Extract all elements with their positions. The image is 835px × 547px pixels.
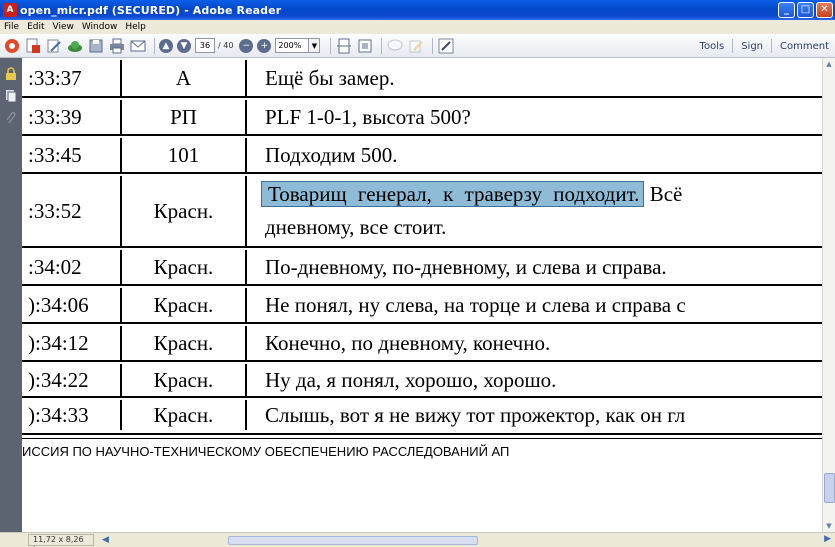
- time-cell: :34:02: [28, 254, 82, 279]
- text-cell: Ещё бы замер.: [265, 65, 395, 90]
- next-page-icon[interactable]: ▼: [177, 38, 191, 53]
- speaker-cell: Красн.: [120, 176, 247, 246]
- time-cell: ):34:33: [28, 402, 89, 427]
- text-selection-highlight[interactable]: Товарищ генерал, к траверзу подходит.: [261, 181, 645, 207]
- text-continuation: Всё: [649, 182, 683, 206]
- zoom-in-icon[interactable]: +: [257, 38, 272, 53]
- toolbar-separator: [381, 37, 383, 54]
- sign-pane-button[interactable]: Sign: [741, 41, 763, 52]
- time-cell: ):34:06: [28, 292, 89, 317]
- time-cell: :33:52: [28, 198, 82, 223]
- text-cell: Подходим 500.: [265, 142, 398, 167]
- highlight-icon[interactable]: [407, 37, 425, 55]
- menu-file[interactable]: File: [4, 22, 19, 32]
- text-cell: Конечно, по дневному, конечно.: [265, 330, 551, 355]
- menu-bar: File Edit View Window Help: [0, 20, 835, 34]
- print-icon[interactable]: [108, 37, 126, 55]
- menu-view[interactable]: View: [53, 22, 74, 32]
- scroll-down-icon[interactable]: ▼: [823, 520, 835, 532]
- time-cell: ):34:22: [28, 367, 89, 392]
- fit-page-icon[interactable]: [335, 37, 353, 55]
- text-line-1: Товарищ генерал, к траверзу подходит. Вс…: [261, 178, 682, 211]
- time-cell: :33:39: [28, 104, 82, 129]
- menu-window[interactable]: Window: [82, 22, 118, 32]
- speaker-cell: Красн.: [120, 364, 247, 396]
- fit-width-icon[interactable]: [356, 37, 374, 55]
- time-cell: :33:45: [28, 142, 82, 167]
- zoom-out-icon[interactable]: −: [239, 38, 254, 53]
- table-row: ):34:06 Красн. Не понял, ну слева, на то…: [22, 288, 822, 324]
- expand-icon[interactable]: [437, 37, 455, 55]
- minimize-button[interactable]: _: [778, 2, 795, 18]
- comment-bubble-icon[interactable]: [386, 37, 404, 55]
- toolbar-separator: [771, 39, 772, 53]
- table-row: :33:39 РП PLF 1-0-1, высота 500?: [22, 100, 822, 136]
- text-line-2: дневному, все стоит.: [265, 215, 447, 239]
- page-dimensions: 11,72 x 8,26 in: [28, 534, 94, 547]
- save-icon[interactable]: [87, 37, 105, 55]
- table-row: ):34:33 Красн. Слышь, вот я не вижу тот …: [22, 400, 822, 430]
- close-button[interactable]: ✕: [816, 2, 833, 18]
- attachments-icon[interactable]: [4, 110, 18, 124]
- page-total-label: / 40: [218, 41, 234, 50]
- speaker-cell: Красн.: [120, 250, 247, 284]
- title-bar: A open_micr.pdf (SECURED) - Adobe Reader…: [0, 0, 835, 20]
- vertical-scroll-thumb[interactable]: [824, 473, 835, 503]
- zoom-dropdown-icon[interactable]: ▼: [309, 38, 321, 53]
- speaker-cell: А: [120, 60, 247, 96]
- scroll-up-icon[interactable]: ▲: [823, 58, 835, 70]
- text-cell: Не понял, ну слева, на торце и слева и с…: [265, 292, 686, 317]
- toolbar-separator: [732, 39, 734, 53]
- window-title: open_micr.pdf (SECURED) - Adobe Reader: [20, 3, 282, 17]
- table-row: :34:02 Красн. По-дневному, по-дневному, …: [22, 250, 822, 286]
- page-footer-text: ИССИЯ ПО НАУЧНО-ТЕХНИЧЕСКОМУ ОБЕСПЕЧЕНИЮ…: [22, 444, 510, 459]
- navigation-panel: [0, 58, 22, 532]
- share-cloud-icon[interactable]: [66, 37, 84, 55]
- speaker-cell: Красн.: [120, 288, 247, 322]
- lock-icon[interactable]: [4, 66, 18, 80]
- table-row: :33:45 101 Подходим 500.: [22, 138, 822, 174]
- previous-page-icon[interactable]: ▲: [159, 38, 173, 53]
- menu-edit[interactable]: Edit: [27, 22, 44, 32]
- table-row: ):34:22 Красн. Ну да, я понял, хорошо, х…: [22, 364, 822, 398]
- time-cell: ):34:12: [28, 330, 89, 355]
- speaker-cell: Красн.: [120, 326, 247, 360]
- menu-help[interactable]: Help: [125, 22, 146, 32]
- status-bar: 11,72 x 8,26 in ◀ ▶: [0, 532, 835, 547]
- table-row: ):34:12 Красн. Конечно, по дневному, кон…: [22, 326, 822, 362]
- vertical-scrollbar[interactable]: ▲ ▼: [822, 58, 835, 532]
- text-cell: PLF 1-0-1, высота 500?: [265, 104, 471, 129]
- text-cell: Товарищ генерал, к траверзу подходит. Вс…: [247, 176, 822, 246]
- scroll-right-icon[interactable]: ▶: [824, 534, 831, 544]
- page-thumbnails-icon[interactable]: [4, 88, 18, 102]
- text-cell: Ну да, я понял, хорошо, хорошо.: [265, 367, 557, 392]
- edit-pdf-icon[interactable]: [45, 37, 63, 55]
- speaker-cell: Красн.: [120, 400, 247, 430]
- page-number-input[interactable]: 36: [195, 38, 215, 53]
- text-cell: Слышь, вот я не вижу тот прожектор, как …: [265, 402, 686, 427]
- speaker-cell: 101: [120, 138, 247, 172]
- create-pdf-icon[interactable]: [3, 37, 21, 55]
- text-cell: По-дневному, по-дневному, и слева и спра…: [265, 254, 667, 279]
- table-row: :33:52 Красн. Товарищ генерал, к траверз…: [22, 176, 822, 248]
- speaker-cell: РП: [120, 100, 247, 134]
- time-cell: :33:37: [28, 65, 82, 90]
- tools-pane-button[interactable]: Tools: [700, 41, 725, 52]
- scroll-left-icon[interactable]: ◀: [102, 535, 109, 545]
- adobe-reader-icon: A: [3, 3, 17, 17]
- toolbar-separator: [154, 37, 155, 54]
- footer-rule-thin: [22, 438, 822, 439]
- horizontal-scroll-thumb[interactable]: [228, 536, 478, 545]
- table-row: :33:37 А Ещё бы замер.: [22, 60, 822, 98]
- toolbar: ▲ ▼ 36 / 40 − + 200% ▼ Tools Sign Commen…: [0, 34, 835, 58]
- email-icon[interactable]: [129, 37, 147, 55]
- maximize-button[interactable]: □: [797, 2, 814, 18]
- toolbar-separator: [330, 37, 332, 54]
- toolbar-separator: [432, 37, 434, 54]
- footer-rule: [22, 433, 822, 435]
- zoom-level-input[interactable]: 200%: [275, 38, 310, 53]
- convert-pdf-icon[interactable]: [24, 37, 42, 55]
- document-view[interactable]: :33:37 А Ещё бы замер. :33:39 РП PLF 1-0…: [22, 58, 822, 532]
- comment-pane-button[interactable]: Comment: [780, 41, 829, 52]
